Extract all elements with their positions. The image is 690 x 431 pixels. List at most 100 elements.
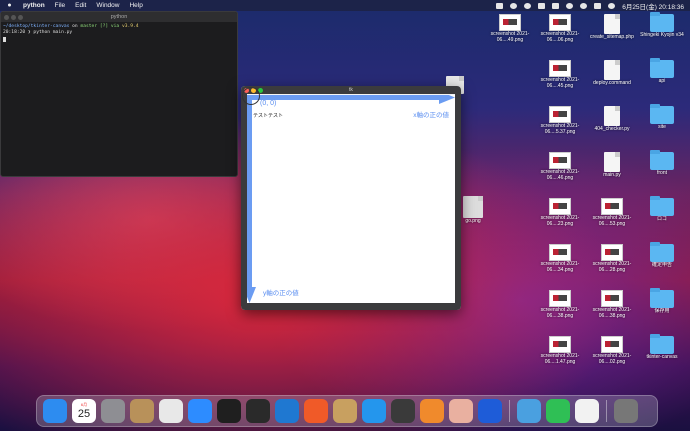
desktop-icon[interactable]: screenshot 2021-06....49.png bbox=[485, 14, 535, 44]
desktop-icon[interactable]: screenshot 2021-06....06.png bbox=[535, 14, 585, 44]
tk-titlebar[interactable]: tk bbox=[241, 86, 461, 94]
minimize-icon[interactable] bbox=[11, 14, 16, 20]
calendar-day: 25 bbox=[77, 408, 91, 420]
image-thumbnail-icon bbox=[549, 244, 571, 261]
system-preferences-icon[interactable] bbox=[101, 399, 125, 423]
battery-icon[interactable] bbox=[552, 2, 560, 9]
desktop-icon[interactable]: 確定申告 bbox=[637, 242, 687, 269]
desktop-icon[interactable]: 保存用 bbox=[637, 288, 687, 315]
x-axis-arrow bbox=[247, 95, 455, 104]
desktop-icon[interactable]: deploy.command bbox=[587, 60, 637, 87]
terminal-2-icon[interactable] bbox=[246, 399, 270, 423]
dock: 6月 25 bbox=[36, 395, 658, 427]
quicktime-icon[interactable] bbox=[391, 399, 415, 423]
unarchiver-icon[interactable] bbox=[333, 399, 357, 423]
desktop-icon[interactable]: ロゴ bbox=[637, 196, 687, 223]
tk-title: tk bbox=[349, 87, 353, 93]
zoom-icon[interactable] bbox=[18, 14, 23, 20]
finder-icon[interactable] bbox=[43, 399, 67, 423]
image-file-icon bbox=[463, 196, 483, 218]
desktop-icon-label: 保存用 bbox=[654, 308, 670, 314]
y-axis-label: y軸の正の値 bbox=[263, 290, 299, 297]
desktop-icon-label: site bbox=[658, 124, 666, 130]
desktop-icon[interactable]: screenshot 2021-06....38.png bbox=[535, 290, 585, 320]
calendar-icon[interactable]: 6月 25 bbox=[72, 399, 96, 423]
desktop-icon[interactable]: screenshot 2021-06....02.png bbox=[587, 336, 637, 366]
folder-icon bbox=[650, 334, 674, 354]
folder-icon bbox=[650, 12, 674, 32]
menu-help[interactable]: Help bbox=[129, 2, 142, 9]
chrome-icon[interactable] bbox=[159, 399, 183, 423]
terminal-output[interactable]: ~/desktop/tkinter-canvas on master [?] v… bbox=[1, 22, 237, 46]
desktop-icon[interactable]: create_sitemap.php bbox=[587, 14, 637, 41]
desktop-icon[interactable]: Shingeki Kyojin v34 bbox=[637, 12, 687, 39]
siri-icon[interactable] bbox=[608, 2, 616, 9]
preview-icon[interactable] bbox=[517, 399, 541, 423]
menu-app-name[interactable]: python bbox=[23, 2, 45, 9]
control-center-icon[interactable] bbox=[594, 2, 602, 9]
desktop-icon-label: screenshot 2021-06....1.47.png bbox=[540, 353, 580, 365]
trash-icon[interactable] bbox=[614, 399, 638, 423]
tray-box-icon[interactable] bbox=[538, 2, 546, 9]
menu-edit[interactable]: Edit bbox=[75, 2, 86, 9]
chart-app-icon[interactable] bbox=[304, 399, 328, 423]
tray-circle-icon[interactable] bbox=[510, 2, 518, 9]
terminal-titlebar[interactable]: python bbox=[1, 12, 237, 22]
desktop-icon-label: screenshot 2021-06....46.png bbox=[540, 169, 580, 181]
folder-icon bbox=[650, 288, 674, 308]
archive-icon[interactable] bbox=[130, 399, 154, 423]
desktop-icon[interactable]: tkinter-canvas bbox=[637, 334, 687, 361]
desktop-icon-label: screenshot 2021-06....45.png bbox=[540, 77, 580, 89]
desktop-icon[interactable]: screenshot 2021-06....5.37.png bbox=[535, 106, 585, 136]
vscode-icon[interactable] bbox=[275, 399, 299, 423]
tray-p-icon[interactable] bbox=[524, 2, 532, 9]
infinity-icon[interactable] bbox=[478, 399, 502, 423]
origin-circle-icon bbox=[242, 87, 260, 105]
menu-clock[interactable]: 6月25日(金) 20:18:36 bbox=[622, 1, 684, 11]
desktop-icon[interactable]: front bbox=[637, 150, 687, 177]
zoom-icon[interactable] bbox=[188, 399, 212, 423]
sourcetree-icon[interactable] bbox=[420, 399, 444, 423]
desktop-icon-label: screenshot 2021-06....49.png bbox=[490, 31, 530, 43]
terminal-window[interactable]: python ~/desktop/tkinter-canvas on maste… bbox=[0, 11, 238, 177]
terminal-cursor bbox=[3, 36, 6, 42]
file-icon bbox=[604, 14, 620, 34]
desktop-icon[interactable]: screenshot 2021-06....28.png bbox=[587, 244, 637, 274]
desktop-icon[interactable]: 404_checker.py bbox=[587, 106, 637, 133]
menu-file[interactable]: File bbox=[55, 2, 65, 9]
desktop-icon-label: front bbox=[656, 170, 667, 176]
desktop-icon-label: ロゴ bbox=[656, 216, 667, 222]
document-icon[interactable] bbox=[575, 399, 599, 423]
tk-canvas[interactable]: (0, 0) テストテスト x軸の正の値 y軸の正の値 bbox=[242, 87, 455, 303]
desktop-icon[interactable]: screenshot 2021-06....1.47.png bbox=[535, 336, 585, 366]
apple-menu-icon[interactable]: ● bbox=[6, 2, 13, 9]
docker-icon[interactable] bbox=[362, 399, 386, 423]
numbers-icon[interactable] bbox=[546, 399, 570, 423]
desktop-icon[interactable]: screenshot 2021-06....46.png bbox=[535, 152, 585, 182]
desktop-icon[interactable]: site bbox=[637, 104, 687, 131]
desktop-icon[interactable]: screenshot 2021-06....23.png bbox=[535, 198, 585, 228]
menu-extras: 6月25日(金) 20:18:36 bbox=[496, 1, 684, 11]
desktop-icon-go-png[interactable]: go.png bbox=[456, 196, 490, 225]
desktop-icon-label: 確定申告 bbox=[651, 262, 672, 268]
x-axis-label: x軸の正の値 bbox=[413, 112, 449, 119]
desktop-icon-label: screenshot 2021-06....23.png bbox=[540, 215, 580, 227]
python-launcher-icon[interactable] bbox=[449, 399, 473, 423]
desktop-icon[interactable]: main.py bbox=[587, 152, 637, 179]
close-icon[interactable] bbox=[4, 14, 9, 20]
desktop-icon[interactable]: screenshot 2021-06....53.png bbox=[587, 198, 637, 228]
tk-window[interactable]: tk (0, 0) テストテスト x軸の正の値 y軸の正の値 bbox=[241, 86, 461, 310]
menu-bar: ● python File Edit Window Help 6月25日(金) … bbox=[0, 0, 690, 11]
search-icon[interactable] bbox=[580, 2, 588, 9]
desktop-icon[interactable]: screenshot 2021-06....38.png bbox=[587, 290, 637, 320]
desktop-icon-label: deploy.command bbox=[593, 80, 631, 86]
desktop-icon[interactable]: screenshot 2021-06....45.png bbox=[535, 60, 585, 90]
desktop-icon[interactable]: api bbox=[637, 58, 687, 85]
wifi-icon[interactable] bbox=[566, 2, 574, 9]
file-icon bbox=[604, 106, 620, 126]
folder-icon bbox=[650, 58, 674, 78]
terminal-icon[interactable] bbox=[217, 399, 241, 423]
menu-window[interactable]: Window bbox=[96, 2, 119, 9]
desktop-icon[interactable]: screenshot 2021-06....34.png bbox=[535, 244, 585, 274]
tray-app-icon[interactable] bbox=[496, 2, 504, 9]
